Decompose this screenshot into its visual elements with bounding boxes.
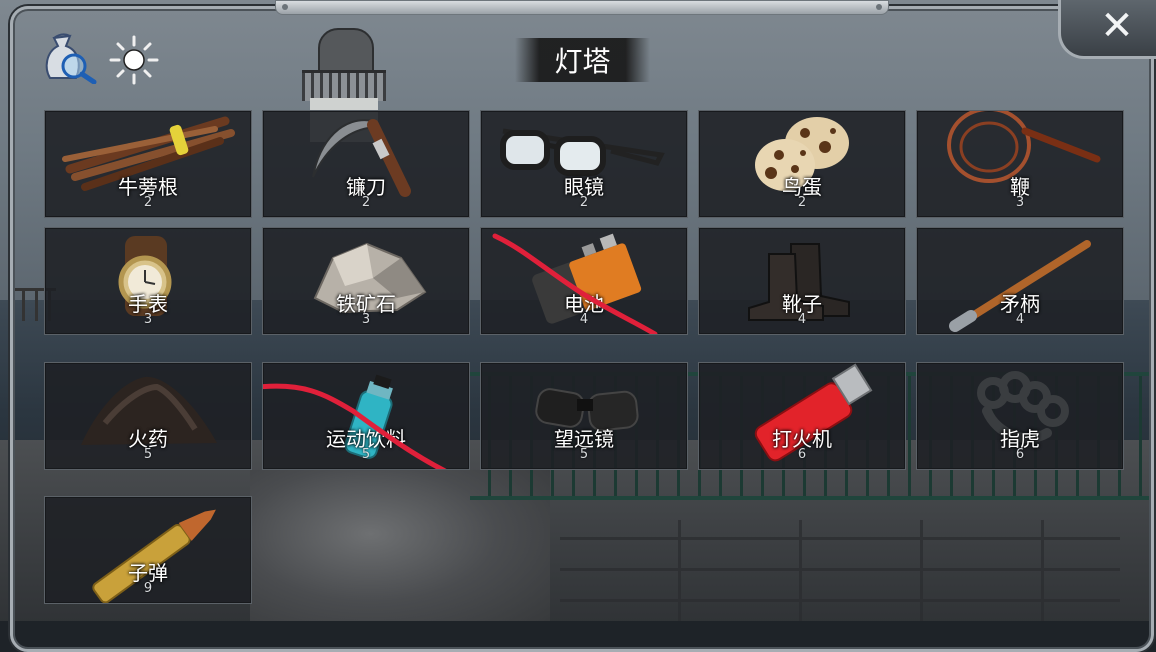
item-slot-bird-egg[interactable]: 鸟蛋 2 [698,110,906,218]
item-slot-sports-drink[interactable]: 运动饮料 5 [262,362,470,470]
item-count: 3 [361,312,371,327]
item-count: 6 [797,447,807,462]
rivet [282,4,288,10]
item-count: 2 [361,195,371,210]
item-slot-glasses[interactable]: 眼镜 2 [480,110,688,218]
page-title: 灯塔 [554,45,611,78]
close-icon[interactable]: ✕ [1100,6,1134,46]
item-count: 3 [1015,195,1025,210]
strike-mark [263,383,447,469]
item-slot-gunpowder[interactable]: 火药 5 [44,362,252,470]
title-banner: 灯塔 [515,38,650,82]
item-count: 2 [143,195,153,210]
sun-icon[interactable] [108,34,160,86]
top-handle [275,0,889,15]
item-count: 5 [143,447,153,462]
item-count: 4 [1015,312,1025,327]
strike-mark [492,233,658,334]
item-count: 4 [797,312,807,327]
item-slot-spear-shaft[interactable]: 矛柄 4 [916,227,1124,335]
item-slot-sickle[interactable]: 镰刀 2 [262,110,470,218]
search-bag-icon[interactable] [40,30,98,84]
item-count: 6 [1015,447,1025,462]
item-slot-whip[interactable]: 鞭 3 [916,110,1124,218]
item-slot-lighter[interactable]: 打火机 6 [698,362,906,470]
item-count: 2 [797,195,807,210]
close-button[interactable]: ✕ [1058,0,1156,59]
item-slot-burdock-root[interactable]: 牛蒡根 2 [44,110,252,218]
item-slot-boots[interactable]: 靴子 4 [698,227,906,335]
item-slot-binoculars[interactable]: 望远镜 5 [480,362,688,470]
item-slot-watch[interactable]: 手表 3 [44,227,252,335]
item-count: 5 [579,447,589,462]
item-slot-iron-ore[interactable]: 铁矿石 3 [262,227,470,335]
item-slot-battery[interactable]: 电池 4 [480,227,688,335]
rivet [876,4,882,10]
item-grid: 牛蒡根 2 镰刀 2 眼镜 2 鸟蛋 2 鞭 3 手表 3 铁矿石 3 电池 4… [44,110,1124,630]
item-count: 2 [579,195,589,210]
item-slot-brass-knuckles[interactable]: 指虎 6 [916,362,1124,470]
item-count: 9 [143,581,153,596]
item-slot-bullet[interactable]: 子弹 9 [44,496,252,604]
item-count: 3 [143,312,153,327]
